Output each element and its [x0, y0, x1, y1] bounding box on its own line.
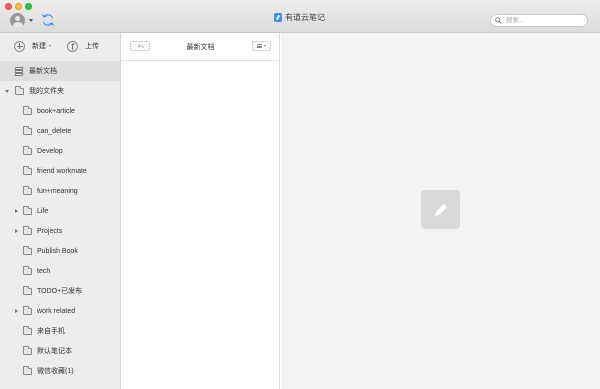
folder-icon	[23, 245, 32, 255]
search-input[interactable]	[506, 17, 586, 24]
folder-item[interactable]: Publish Book	[0, 241, 120, 261]
folder-icon	[23, 325, 32, 335]
window-minimize-button[interactable]	[15, 3, 22, 10]
folder-icon	[23, 345, 32, 355]
note-list-header: 最新文档	[121, 33, 279, 61]
folder-icon	[15, 85, 24, 95]
folder-icon	[23, 165, 32, 175]
sidebar-item-label: 我的文件夹	[29, 88, 64, 95]
search-box[interactable]	[490, 14, 588, 27]
folder-label: TODO+已发布	[37, 288, 83, 295]
folder-icon	[23, 145, 32, 155]
folder-icon	[23, 365, 32, 375]
editor-panel	[281, 33, 600, 389]
folder-label: 来自手机	[37, 328, 65, 335]
folder-label: friend workmate	[37, 167, 87, 175]
folder-item[interactable]: Life	[0, 201, 120, 221]
window-maximize-button[interactable]	[25, 3, 32, 10]
app-title-text: 有道云笔记	[285, 12, 325, 22]
folder-icon	[23, 265, 32, 275]
empty-state-placeholder	[421, 190, 460, 229]
folder-item[interactable]: 微信收藏(1)	[0, 361, 120, 381]
upload-label: 上传	[85, 43, 99, 50]
folder-item[interactable]: friend workmate	[0, 161, 120, 181]
new-label: 新建	[32, 43, 46, 50]
sidebar-item-my-folders[interactable]: 我的文件夹	[0, 81, 120, 101]
folder-label: fun+meaning	[37, 187, 78, 195]
folder-item[interactable]: can_delete	[0, 121, 120, 141]
chevron-right-icon[interactable]	[15, 229, 18, 233]
chevron-right-icon[interactable]	[15, 309, 18, 313]
avatar-dropdown-icon[interactable]	[29, 19, 33, 22]
folder-icon	[23, 125, 32, 135]
folder-label: work related	[37, 307, 76, 315]
folder-item[interactable]: 默认笔记本	[0, 341, 120, 361]
folder-label: 默认笔记本	[37, 348, 72, 355]
avatar[interactable]	[10, 13, 25, 28]
folder-item[interactable]: tech	[0, 261, 120, 281]
folder-label: book+article	[37, 107, 75, 115]
sidebar-item-recent[interactable]: 最新文档	[0, 61, 120, 81]
folder-label: 微信收藏(1)	[37, 368, 74, 375]
chevron-down-icon[interactable]	[5, 90, 9, 93]
folder-icon	[23, 205, 32, 215]
sidebar-actions: 新建 上传	[0, 33, 120, 61]
plus-icon	[14, 40, 25, 52]
title-bar: 有道云笔记	[0, 0, 600, 33]
folder-tree: 我的文件夹 book+article can_delete Develop fr…	[0, 81, 120, 381]
folder-icon	[23, 185, 32, 195]
folder-item[interactable]: fun+meaning	[0, 181, 120, 201]
note-list-panel: 最新文档	[121, 33, 280, 389]
chevron-down-icon	[264, 45, 266, 47]
upload-button[interactable]: 上传	[67, 40, 99, 52]
sidebar-item-label: 最新文档	[29, 68, 57, 75]
upload-icon	[67, 40, 78, 52]
folder-icon	[23, 285, 32, 295]
list-view-icon	[257, 44, 262, 48]
new-button[interactable]: 新建	[14, 40, 51, 52]
layers-icon	[14, 66, 24, 76]
user-body-icon	[12, 22, 23, 28]
view-mode-button[interactable]	[252, 41, 271, 51]
chevron-down-icon	[49, 45, 51, 47]
user-head-icon	[15, 16, 20, 21]
folder-icon	[23, 305, 32, 315]
sync-icon[interactable]	[41, 13, 55, 27]
search-icon	[495, 17, 502, 24]
folder-item[interactable]: 来自手机	[0, 321, 120, 341]
folder-label: Develop	[37, 147, 63, 155]
folder-item[interactable]: TODO+已发布	[0, 281, 120, 301]
folder-icon	[23, 105, 32, 115]
folder-item[interactable]: work related	[0, 301, 120, 321]
folder-item[interactable]: Projects	[0, 221, 120, 241]
chevron-right-icon[interactable]	[15, 209, 18, 213]
app-title: 有道云笔记	[274, 10, 325, 24]
app-logo-icon	[274, 12, 282, 22]
pencil-icon	[434, 203, 447, 216]
folder-label: Publish Book	[37, 247, 78, 255]
folder-item[interactable]: Develop	[0, 141, 120, 161]
sidebar: 新建 上传 最新文档 我的文件夹 book+article can_delete	[0, 33, 121, 389]
window-close-button[interactable]	[5, 3, 12, 10]
folder-item[interactable]: book+article	[0, 101, 120, 121]
folder-label: Life	[37, 207, 49, 215]
folder-label: tech	[37, 267, 51, 275]
folder-label: can_delete	[37, 127, 72, 135]
folder-icon	[23, 225, 32, 235]
folder-label: Projects	[37, 227, 63, 235]
